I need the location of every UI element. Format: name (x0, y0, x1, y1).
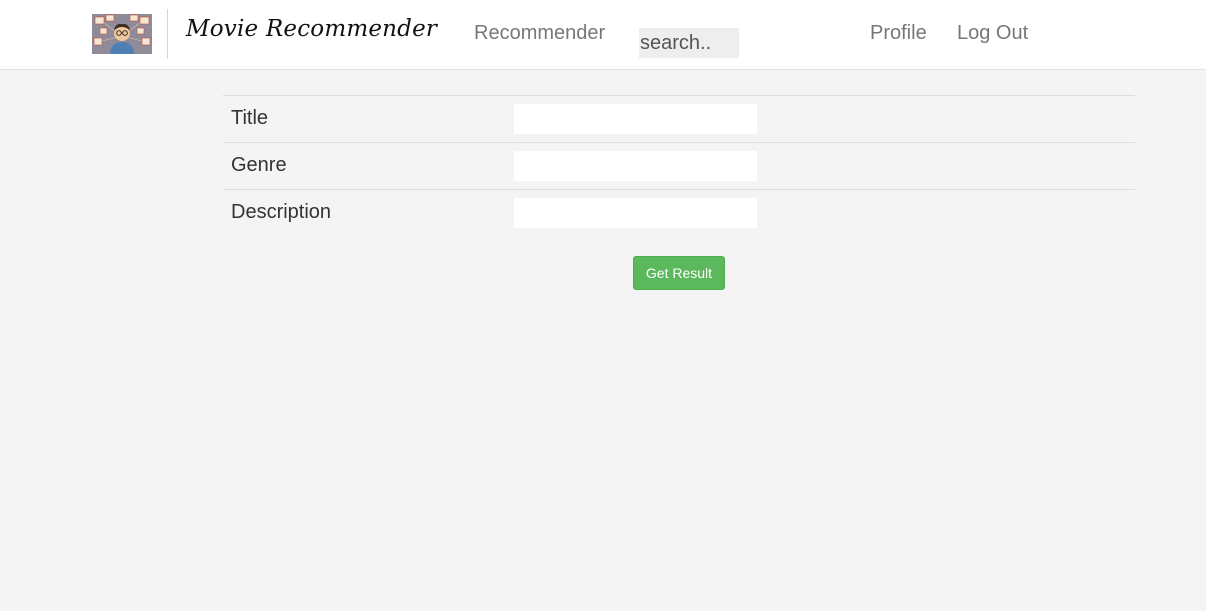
genre-input[interactable] (514, 151, 757, 181)
description-label: Description (231, 201, 332, 223)
genre-label: Genre (231, 154, 287, 176)
nav-link-profile[interactable]: Profile (870, 22, 927, 45)
brand-title[interactable]: Movie Recommender (186, 16, 437, 42)
search-input[interactable] (639, 28, 739, 58)
description-input[interactable] (514, 198, 757, 228)
title-label: Title (231, 107, 269, 129)
person-with-movie-cards-icon (92, 14, 152, 54)
nav-link-recommender[interactable]: Recommender (474, 22, 605, 45)
title-input[interactable] (514, 104, 757, 134)
nav-link-logout[interactable]: Log Out (957, 22, 1028, 45)
recommendation-form: Title Genre Description (223, 95, 1135, 236)
form-row-description: Description (223, 190, 1135, 236)
form-row-genre: Genre (223, 143, 1135, 190)
navbar-divider (167, 9, 168, 59)
form-row-title: Title (223, 96, 1135, 143)
logo-image[interactable] (92, 14, 152, 54)
get-result-button[interactable]: Get Result (633, 256, 725, 290)
navbar: Movie Recommender Recommender Profile Lo… (0, 0, 1206, 70)
